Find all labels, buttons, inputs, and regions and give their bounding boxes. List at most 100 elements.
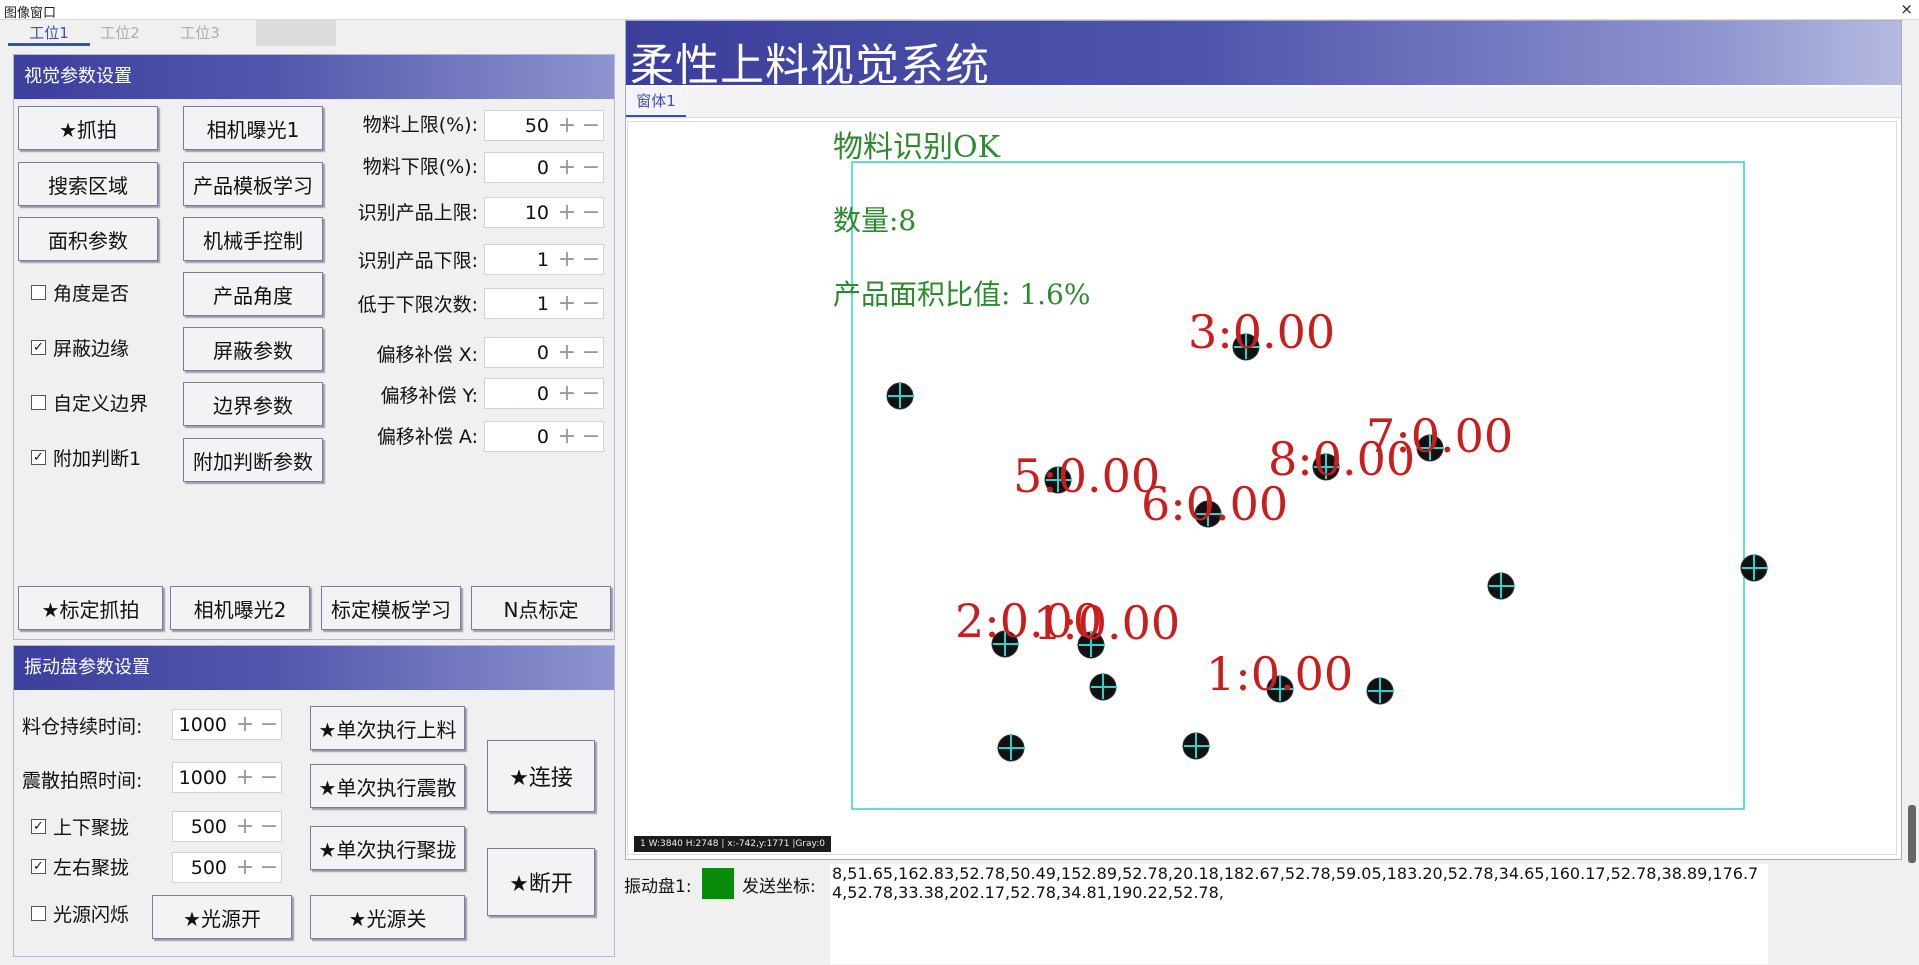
minus-icon[interactable]: − [579,290,603,318]
minus-icon[interactable]: − [579,199,603,227]
param-label-bin-duration: 料仓持续时间: [22,716,143,738]
minus-icon[interactable]: − [257,764,281,792]
plus-icon[interactable]: + [555,154,579,182]
minus-icon[interactable]: − [257,813,281,841]
param-label-offset-y: 偏移补偿 Y: [380,385,478,407]
window-title-bar: 图像窗口 × [0,0,1919,21]
exposure1-button[interactable]: 相机曝光1 [183,106,323,150]
param-label-material-upper: 物料上限(%): [362,114,478,136]
light-on-button[interactable]: ★光源开 [152,895,292,939]
product-angle-button[interactable]: 产品角度 [183,272,323,316]
minus-icon[interactable]: − [579,423,603,451]
checkbox-box[interactable]: ✓ [31,340,46,355]
light-flash-checkbox[interactable]: 光源闪烁 [31,900,129,927]
single-feed-button[interactable]: ★单次执行上料 [310,706,465,750]
image-canvas[interactable]: 物料识别OK 数量:8 产品面积比值: 1.6% 3:0.00 7:0.00 8… [627,121,1897,855]
offset-a-input[interactable]: 0 + − [484,421,604,452]
tab-station-1[interactable]: 工位1 [8,20,90,46]
template-learn-button[interactable]: 产品模板学习 [183,162,323,206]
plus-icon[interactable]: + [555,112,579,140]
checkbox-box[interactable] [31,395,46,410]
param-label-product-lower: 识别产品下限: [357,250,478,272]
plus-icon[interactable]: + [555,380,579,408]
minus-icon[interactable]: − [579,154,603,182]
detection-label-1b: 1:0.00 [1206,647,1353,701]
plus-icon[interactable]: + [233,813,257,841]
vib-plate-label: 振动盘1: [624,877,692,897]
checkbox-box[interactable] [31,906,46,921]
tab-station-3[interactable]: 工位3 [172,20,228,46]
minus-icon[interactable]: − [579,112,603,140]
tab-station-2[interactable]: 工位2 [92,20,148,46]
below-lower-count-input[interactable]: 1 + − [484,288,604,319]
minus-icon[interactable]: − [257,711,281,739]
mask-edge-checkbox[interactable]: ✓ 屏蔽边缘 [31,334,129,361]
plus-icon[interactable]: + [555,290,579,318]
horizontal-gather-input[interactable]: 500 + − [172,852,282,883]
minus-icon[interactable]: − [579,246,603,274]
n-point-calib-button[interactable]: N点标定 [471,586,611,630]
detection-label-1a: 1:0.00 [1033,596,1180,650]
vertical-gather-input[interactable]: 500 + − [172,811,282,842]
horizontal-gather-checkbox[interactable]: ✓ 左右聚拢 [31,853,129,880]
offset-y-input[interactable]: 0 + − [484,378,604,409]
light-off-button[interactable]: ★光源关 [310,895,465,939]
single-gather-button[interactable]: ★单次执行聚拢 [310,826,465,870]
single-scatter-button[interactable]: ★单次执行震散 [310,764,465,808]
plus-icon[interactable]: + [555,423,579,451]
plus-icon[interactable]: + [555,339,579,367]
product-lower-input[interactable]: 1 + − [484,244,604,275]
param-label-offset-a: 偏移补偿 A: [376,426,478,448]
offset-x-input[interactable]: 0 + − [484,337,604,368]
display-header: 柔性上料视觉系统 [626,21,1901,91]
vertical-gather-checkbox[interactable]: ✓ 上下聚拢 [31,813,129,840]
detection-label-8: 8:0.00 [1268,432,1415,486]
image-status-bar: 1 W:3840 H:2748 | x:-742,y:1771 |Gray:0 [634,836,831,852]
product-upper-input[interactable]: 10 + − [484,197,604,228]
area-ratio-text: 产品面积比值: 1.6% [833,278,1090,311]
extra-judge-checkbox[interactable]: ✓ 附加判断1 [31,444,141,471]
material-lower-input[interactable]: 0 + − [484,152,604,183]
minus-icon[interactable]: − [257,854,281,882]
custom-boundary-checkbox[interactable]: 自定义边界 [31,389,148,416]
detection-label-5: 5:0.00 [1013,449,1160,503]
search-area-button[interactable]: 搜索区域 [18,162,158,206]
connect-button[interactable]: ★连接 [487,740,595,812]
capture-button[interactable]: ★抓拍 [18,106,158,150]
plus-icon[interactable]: + [555,246,579,274]
material-upper-input[interactable]: 50 + − [484,110,604,141]
plus-icon[interactable]: + [555,199,579,227]
calib-template-button[interactable]: 标定模板学习 [321,586,461,630]
checkbox-box[interactable]: ✓ [31,859,46,874]
plus-icon[interactable]: + [233,764,257,792]
area-params-button[interactable]: 面积参数 [18,217,158,261]
checkbox-box[interactable] [31,285,46,300]
tab-station-4[interactable] [256,20,336,46]
param-label-product-upper: 识别产品上限: [357,202,478,224]
detection-label-3: 3:0.00 [1188,305,1335,359]
checkbox-box[interactable]: ✓ [31,450,46,465]
checkbox-box[interactable]: ✓ [31,819,46,834]
close-icon[interactable]: × [1900,0,1913,18]
scatter-capture-input[interactable]: 1000 + − [172,762,282,793]
minus-icon[interactable]: − [579,339,603,367]
scrollbar-thumb[interactable] [1908,805,1916,863]
minus-icon[interactable]: − [579,380,603,408]
send-coords-label: 发送坐标: [742,877,816,897]
tab-window1[interactable]: 窗体1 [626,87,686,117]
bin-duration-input[interactable]: 1000 + − [172,709,282,740]
extra-judge-params-button[interactable]: 附加判断参数 [183,438,323,482]
param-label-material-lower: 物料下限(%): [362,156,478,178]
angle-checkbox[interactable]: 角度是否 [31,279,129,306]
plus-icon[interactable]: + [233,854,257,882]
calib-capture-button[interactable]: ★标定抓拍 [18,586,163,630]
coords-textbox[interactable]: 8,51.65,162.83,52.78,50.49,152.89,52.78,… [830,864,1768,964]
disconnect-button[interactable]: ★断开 [487,848,595,916]
detection-label-6: 6:0.00 [1141,477,1288,531]
robot-control-button[interactable]: 机械手控制 [183,217,323,261]
boundary-params-button[interactable]: 边界参数 [183,382,323,426]
sub-tab-bar [626,87,1901,118]
exposure2-button[interactable]: 相机曝光2 [170,586,310,630]
plus-icon[interactable]: + [233,711,257,739]
mask-params-button[interactable]: 屏蔽参数 [183,327,323,371]
